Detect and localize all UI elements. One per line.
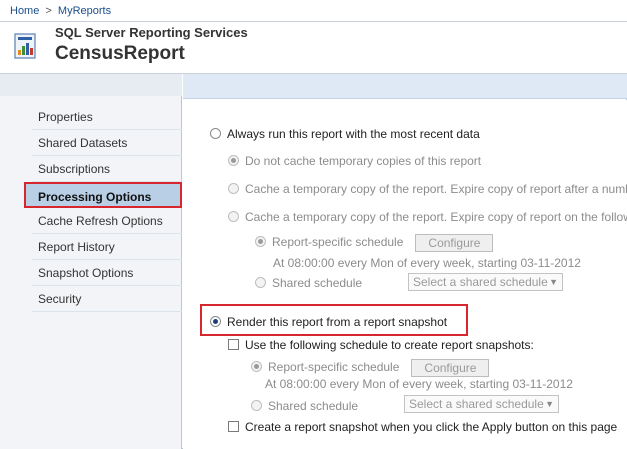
snapshot-schedule-description: At 08:00:00 every Mon of every week, sta… <box>265 377 573 391</box>
content-top-band <box>183 74 627 99</box>
snapshot-configure-button[interactable]: Configure <box>411 359 490 377</box>
cache-expire-after-radio[interactable] <box>228 183 239 194</box>
page-header: SQL Server Reporting Services CensusRepo… <box>0 22 627 74</box>
processing-options-panel: Always run this report with the most rec… <box>183 100 627 449</box>
cache-report-specific-label: Report-specific schedule <box>272 235 404 250</box>
snapshot-shared-schedule-label: Shared schedule <box>268 399 359 413</box>
cache-shared-schedule-label: Shared schedule <box>272 276 363 290</box>
cache-configure-button[interactable]: Configure <box>415 234 494 252</box>
render-snapshot-option[interactable]: Render this report from a report snapsho… <box>210 315 447 329</box>
cache-report-specific-option[interactable]: Report-specific schedule Configure <box>255 234 494 252</box>
cache-expire-schedule-radio[interactable] <box>228 211 239 222</box>
cache-expire-schedule-option[interactable]: Cache a temporary copy of the report. Ex… <box>228 210 627 224</box>
use-schedule-snapshots-label: Use the following schedule to create rep… <box>245 338 534 352</box>
chevron-down-icon: ▼ <box>549 277 558 287</box>
sidebar-top-strip <box>0 74 182 96</box>
page-title: CensusReport <box>55 43 185 64</box>
create-on-apply-label: Create a report snapshot when you click … <box>245 420 618 434</box>
cache-shared-schedule-select-value: Select a shared schedule <box>413 275 548 289</box>
sidebar-item-security[interactable]: Security <box>32 286 182 312</box>
cache-report-specific-radio[interactable] <box>255 236 266 248</box>
create-on-apply-checkbox[interactable] <box>228 421 239 432</box>
chevron-down-icon: ▼ <box>545 399 554 409</box>
render-snapshot-label: Render this report from a report snapsho… <box>227 315 448 329</box>
snapshot-report-specific-label: Report-specific schedule <box>268 360 400 375</box>
render-snapshot-radio[interactable] <box>210 316 221 327</box>
sidebar-item-subscriptions[interactable]: Subscriptions <box>32 156 182 182</box>
no-cache-option[interactable]: Do not cache temporary copies of this re… <box>228 154 481 168</box>
snapshot-shared-schedule-radio[interactable] <box>251 400 262 411</box>
no-cache-radio[interactable] <box>228 155 239 166</box>
snapshot-report-specific-option[interactable]: Report-specific schedule Configure <box>251 359 490 377</box>
cache-expire-schedule-label: Cache a temporary copy of the report. Ex… <box>245 210 627 224</box>
use-schedule-snapshots-checkbox[interactable] <box>228 339 239 350</box>
no-cache-label: Do not cache temporary copies of this re… <box>245 154 482 168</box>
snapshot-shared-schedule-select[interactable]: Select a shared schedule ▼ <box>404 395 559 413</box>
cache-shared-schedule-option[interactable]: Shared schedule <box>255 276 362 290</box>
cache-expire-after-label: Cache a temporary copy of the report. Ex… <box>245 182 627 196</box>
use-schedule-snapshots-option[interactable]: Use the following schedule to create rep… <box>228 338 534 352</box>
report-logo-icon <box>14 33 36 59</box>
cache-expire-after-option[interactable]: Cache a temporary copy of the report. Ex… <box>228 182 627 196</box>
create-on-apply-option[interactable]: Create a report snapshot when you click … <box>228 420 617 434</box>
cache-schedule-description: At 08:00:00 every Mon of every week, sta… <box>273 256 581 270</box>
sidebar-item-snapshot-options[interactable]: Snapshot Options <box>32 260 182 286</box>
cache-shared-schedule-select[interactable]: Select a shared schedule ▼ <box>408 273 563 291</box>
sidebar-item-report-history[interactable]: Report History <box>32 234 182 260</box>
cache-shared-schedule-radio[interactable] <box>255 277 266 288</box>
sidebar-nav: Properties Shared Datasets Subscriptions… <box>24 104 182 312</box>
breadcrumb: Home > MyReports <box>0 0 627 22</box>
sidebar-item-cache-refresh-options[interactable]: Cache Refresh Options <box>32 208 182 234</box>
always-run-label: Always run this report with the most rec… <box>227 127 480 141</box>
breadcrumb-myreports-link[interactable]: MyReports <box>58 5 111 17</box>
sidebar-item-properties[interactable]: Properties <box>32 104 182 130</box>
sidebar: Properties Shared Datasets Subscriptions… <box>0 74 182 449</box>
sidebar-item-shared-datasets[interactable]: Shared Datasets <box>32 130 182 156</box>
always-run-option[interactable]: Always run this report with the most rec… <box>210 127 480 141</box>
app-title: SQL Server Reporting Services <box>55 25 248 40</box>
snapshot-report-specific-radio[interactable] <box>251 361 262 373</box>
always-run-radio[interactable] <box>210 128 221 139</box>
snapshot-shared-schedule-option[interactable]: Shared schedule <box>251 399 358 413</box>
breadcrumb-separator: > <box>45 5 52 17</box>
sidebar-item-processing-options[interactable]: Processing Options <box>24 182 182 208</box>
breadcrumb-home-link[interactable]: Home <box>10 5 39 17</box>
snapshot-shared-schedule-select-value: Select a shared schedule <box>409 397 544 411</box>
